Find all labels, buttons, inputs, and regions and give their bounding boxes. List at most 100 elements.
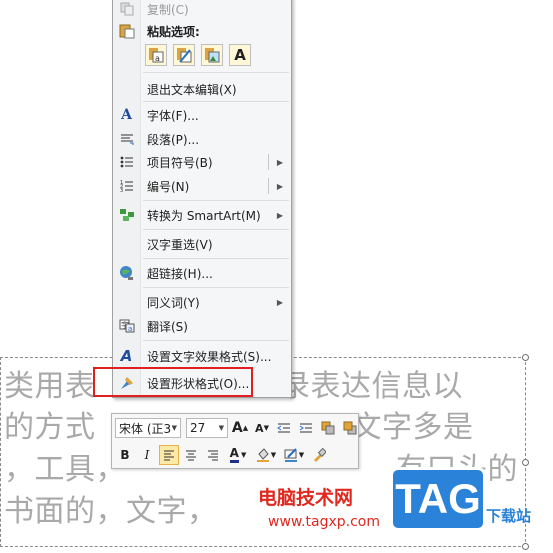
menu-item-label: 设置文字效果格式(S)... [147,349,272,364]
menu-separator [143,229,289,230]
align-left-icon [164,450,174,461]
watermark-site-name: 电脑技术网 [258,487,354,509]
menu-item-font[interactable]: A 字体(F)... [113,103,291,127]
menu-item-exit-text-edit[interactable]: 退出文本编辑(X) [113,77,291,101]
shape-fill-button[interactable]: ▼ [253,445,279,465]
copy-icon [113,2,140,16]
font-size-combo[interactable]: 27 ▼ [186,418,228,438]
menu-item-synonyms[interactable]: 同义词(Y) ▶ [113,290,291,314]
italic-icon: I [144,448,150,462]
paste-merge-format-button[interactable] [173,44,195,66]
increase-indent-button[interactable] [296,418,316,438]
menu-item-label: 编号(N) [147,179,190,194]
font-icon: A [121,107,132,123]
watermark-url: www.tagxp.com [268,514,380,530]
menu-separator [143,340,289,341]
translate-icon: 字a [113,319,140,333]
paste-keep-source-button[interactable]: a [145,44,167,66]
menu-item-bullets[interactable]: 项目符号(B) ▶ [113,150,291,174]
menu-item-hanzi-reconversion[interactable]: 汉字重选(V) [113,232,291,256]
tag-logo: TAG [390,467,486,531]
resize-handle-top-right[interactable] [522,354,529,361]
menu-item-copy[interactable]: 复制(C) [113,0,291,21]
menu-item-label: 超链接(H)... [147,266,213,281]
paste-picture-button[interactable] [201,44,223,66]
svg-text:3: 3 [120,188,123,193]
menu-separator [143,287,289,288]
align-right-button[interactable] [203,445,223,465]
submenu-arrow-icon[interactable]: ▶ [277,211,283,220]
menu-item-translate[interactable]: 字a 翻译(S) [113,314,291,338]
menu-separator [143,200,289,201]
paste-text-only-button[interactable]: A [229,44,251,66]
paste-merge-format-icon [177,48,192,63]
send-backward-icon [343,421,357,435]
svg-text:a: a [128,325,132,333]
shape-outline-button[interactable]: ▼ [281,445,307,465]
align-left-button[interactable] [159,445,179,465]
menu-item-label: 复制(C) [147,2,189,17]
menu-item-label: 字体(F)... [147,108,199,123]
tag-logo-subtitle: 下载站 [486,507,532,525]
increase-indent-icon [299,423,312,433]
menu-item-format-text-effects[interactable]: A 设置文字效果格式(S)... [113,344,291,368]
menu-item-label: 段落(P)... [147,132,200,147]
align-right-icon [208,450,218,461]
hyperlink-icon [113,265,140,281]
format-painter-button[interactable] [309,445,329,465]
submenu-arrow-icon[interactable]: ▶ [277,182,283,191]
font-size-value: 27 [190,421,206,435]
menu-item-label: 项目符号(B) [147,155,213,170]
menu-item-hyperlink[interactable]: 超链接(H)... [113,261,291,285]
paste-options-row: a A [145,44,251,66]
font-name-value: 宋体 (正3 [119,421,172,436]
paragraph-icon [113,132,140,146]
align-center-icon [186,450,196,461]
chevron-down-icon: ▼ [218,424,224,432]
format-painter-icon [314,448,326,462]
menu-item-label: 翻译(S) [147,319,188,334]
italic-button[interactable]: I [137,445,157,465]
menu-item-paragraph[interactable]: 段落(P)... [113,127,291,151]
paste-icon [113,23,140,39]
pen-icon [284,448,297,462]
paste-picture-icon [205,48,220,63]
menu-item-numbering[interactable]: 123 编号(N) ▶ [113,174,291,198]
menu-separator [143,101,289,102]
paste-options-label: 粘贴选项: [147,24,200,39]
send-backward-button[interactable] [340,418,360,438]
bring-forward-icon [321,421,335,435]
shrink-font-icon: A [255,421,264,435]
paste-text-only-icon: A [234,46,246,64]
bring-forward-button[interactable] [318,418,338,438]
align-center-button[interactable] [181,445,201,465]
font-name-combo[interactable]: 宋体 (正3 ▼ [115,418,181,438]
bullets-icon [113,155,140,169]
slide-text-line-4: 书面的，文字， [4,494,218,529]
menu-item-label: 转换为 SmartArt(M) [147,208,261,223]
paint-bucket-icon [256,448,269,462]
submenu-divider [268,154,269,170]
decrease-indent-icon [277,423,290,433]
menu-item-label: 同义词(Y) [147,295,200,310]
smartart-icon [113,208,140,222]
bold-icon: B [120,448,130,462]
submenu-arrow-icon[interactable]: ▶ [277,158,283,167]
chevron-down-icon: ▼ [171,424,177,432]
decrease-indent-button[interactable] [274,418,294,438]
menu-separator [143,72,289,73]
font-color-button[interactable]: A ▼ [225,445,251,465]
resize-handle-bottom-right[interactable] [522,543,529,550]
font-color-icon: A [229,447,239,463]
red-highlight-annotation [93,367,253,397]
menu-item-label: 退出文本编辑(X) [147,82,237,97]
submenu-arrow-icon[interactable]: ▶ [277,298,283,307]
bold-button[interactable]: B [115,445,135,465]
mini-format-toolbar: 宋体 (正3 ▼ 27 ▼ A ▲ A ▼ B I A ▼ ▼ ▼ [111,413,359,469]
menu-item-smartart[interactable]: 转换为 SmartArt(M) ▶ [113,203,291,227]
submenu-divider [268,178,269,194]
paste-options-header: 粘贴选项: [113,19,291,43]
grow-font-button[interactable]: A ▲ [230,418,250,438]
resize-handle-right[interactable] [522,459,529,466]
shrink-font-button[interactable]: A ▼ [252,418,272,438]
